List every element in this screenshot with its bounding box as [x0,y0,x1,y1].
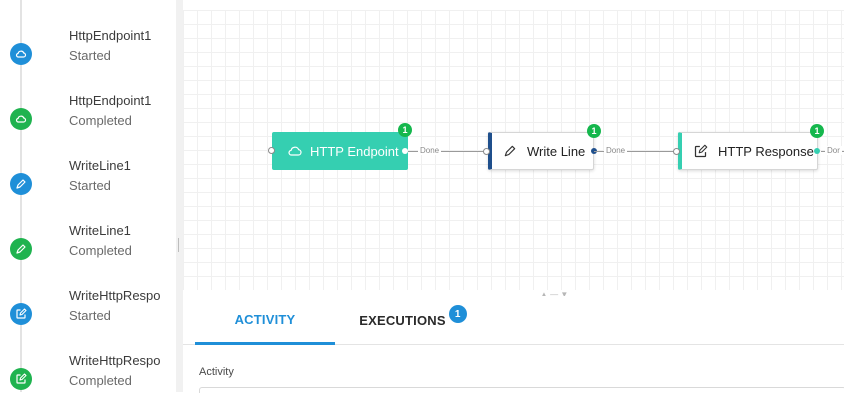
node-label: HTTP Endpoint [310,143,399,159]
input-port[interactable] [483,148,490,155]
output-port[interactable] [814,148,820,154]
tab-label: EXECUTIONS [359,312,446,328]
connection-label: Dor [825,146,842,155]
input-port[interactable] [268,147,275,154]
tab-executions[interactable]: EXECUTIONS 1 [343,296,483,344]
node-label: Write Line [527,143,586,159]
execution-count-badge: 1 [587,124,601,138]
workflow-designer-canvas[interactable]: HTTP Endpoint 1 Done Write Line 1 Done H… [183,10,844,290]
node-http-endpoint[interactable]: HTTP Endpoint 1 [268,123,412,170]
event-status: Started [69,308,111,323]
timeline-event[interactable]: HttpEndpoint1 Completed [0,87,176,152]
node-label: HTTP Response [718,143,814,159]
event-status: Started [69,48,111,63]
event-status: Started [69,178,111,193]
cloud-icon [10,43,32,65]
edit-square-icon [693,144,708,159]
event-status: Completed [69,113,132,128]
event-activity-name: HttpEndpoint1 [69,93,152,108]
pencil-icon [10,173,32,195]
event-status: Completed [69,373,132,388]
event-activity-name: WriteHttpRespo [69,353,161,368]
node-write-line[interactable]: Write Line 1 [483,124,601,170]
activity-select[interactable] [199,387,844,393]
panel-tabs: ACTIVITY EXECUTIONS 1 [183,296,844,345]
tab-label: ACTIVITY [234,311,296,327]
connection-label: Done [418,146,442,155]
event-activity-name: HttpEndpoint1 [69,28,152,43]
timeline-event[interactable]: WriteHttpRespo Completed [0,347,176,412]
cloud-icon [287,143,303,159]
execution-count-badge: 1 [810,124,824,138]
edit-square-icon [10,368,32,390]
execution-count-badge: 1 [398,123,412,137]
event-activity-name: WriteHttpRespo [69,288,161,303]
event-activity-name: WriteLine1 [69,223,131,238]
sidebar-splitter[interactable] [176,0,183,392]
pencil-icon [503,144,517,158]
event-activity-name: WriteLine1 [69,158,131,173]
tab-activity[interactable]: ACTIVITY [195,296,335,345]
execution-timeline: HttpEndpoint1 Started HttpEndpoint1 Comp… [0,0,176,392]
pencil-icon [10,238,32,260]
timeline-event[interactable]: WriteHttpRespo Started [0,282,176,347]
edit-square-icon [10,303,32,325]
timeline-event[interactable]: WriteLine1 Completed [0,217,176,282]
timeline-event[interactable]: WriteLine1 Started [0,152,176,217]
input-port[interactable] [673,148,680,155]
splitter-grip[interactable] [178,238,179,252]
node-http-response[interactable]: HTTP Response 1 [673,124,824,170]
timeline-event[interactable]: HttpEndpoint1 Started [0,22,176,87]
connection-label: Done [604,146,628,155]
details-panel: ACTIVITY EXECUTIONS 1 Activity [183,296,844,393]
event-status: Completed [69,243,132,258]
executions-count-badge: 1 [448,305,467,323]
cloud-icon [10,108,32,130]
activity-field-label: Activity [199,366,234,378]
